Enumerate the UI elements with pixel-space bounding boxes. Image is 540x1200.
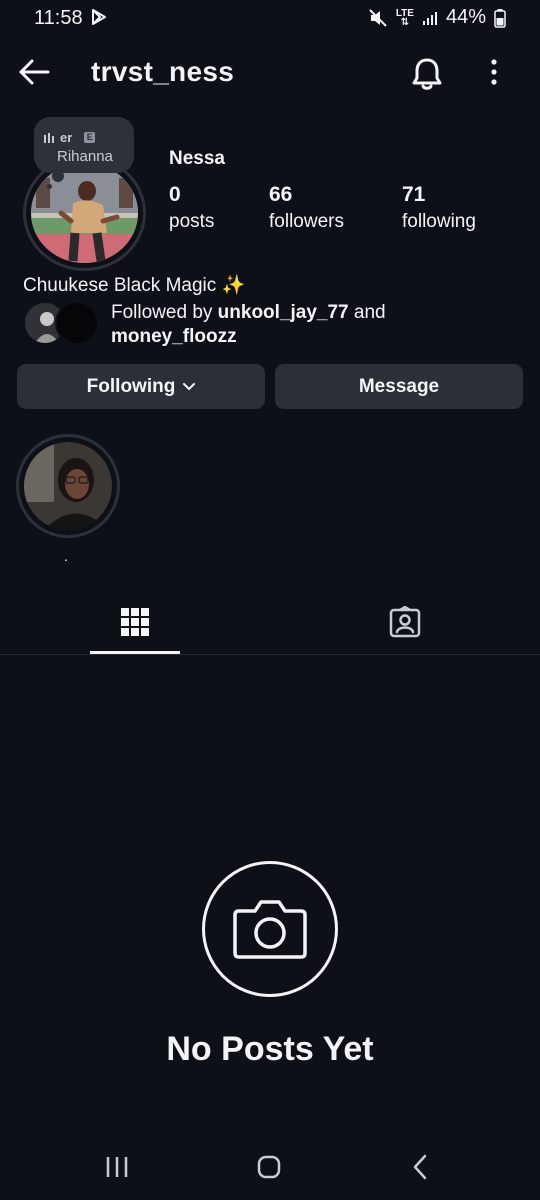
- grid-icon: [121, 608, 149, 636]
- message-button-label: Message: [358, 375, 440, 397]
- battery-percent: 44%: [445, 6, 486, 28]
- profile-bio: Chuukese Black Magic ✨: [23, 275, 246, 296]
- chevron-down-icon: [183, 382, 196, 390]
- following-button-label: Following: [86, 375, 176, 397]
- note-bubble-dot: [47, 184, 52, 189]
- message-button[interactable]: Message: [275, 364, 523, 409]
- empty-state-camera: [202, 861, 338, 997]
- battery-icon: [494, 8, 506, 28]
- following-label: following: [402, 211, 476, 232]
- camera-icon: [233, 900, 307, 959]
- note-track-line: er E: [44, 130, 96, 145]
- note-bubble-tail: [52, 170, 64, 182]
- posts-count: 0: [169, 183, 181, 206]
- highlight-cover: [24, 442, 112, 530]
- signal-icon: [422, 11, 437, 25]
- play-store-icon: [92, 9, 106, 25]
- tab-posts-grid[interactable]: [90, 590, 180, 654]
- mutual-user-link[interactable]: unkool_jay_77: [218, 302, 349, 323]
- lte-indicator: LTE ⇅: [395, 7, 414, 28]
- empty-state-title: No Posts Yet: [166, 1030, 374, 1068]
- status-icons: LTE ⇅ 44%: [368, 6, 506, 29]
- followers-count: 66: [269, 183, 293, 206]
- highlight-label: .: [64, 548, 68, 564]
- mute-icon: [369, 8, 387, 27]
- recents-icon[interactable]: [100, 1150, 134, 1184]
- followers-label: followers: [269, 211, 344, 232]
- more-vert-icon[interactable]: [480, 54, 508, 92]
- followed-by-text[interactable]: Followed by unkool_jay_77 and money_floo…: [111, 301, 386, 349]
- back-arrow-icon[interactable]: [14, 52, 54, 92]
- tab-tagged[interactable]: [360, 590, 450, 654]
- tagged-icon: [389, 606, 421, 638]
- posts-label: posts: [169, 211, 215, 232]
- status-time: 11:58: [34, 7, 83, 29]
- audio-bars-icon: [44, 132, 54, 143]
- display-name: Nessa: [169, 148, 225, 169]
- following-stat[interactable]: 71 following: [402, 183, 476, 233]
- following-count: 71: [402, 183, 426, 206]
- note-track-text: er: [60, 130, 73, 145]
- mutual-avatar: [55, 301, 99, 345]
- posts-stat[interactable]: 0 posts: [169, 183, 214, 233]
- mutual-user-link[interactable]: money_floozz: [111, 326, 237, 347]
- explicit-badge: E: [84, 132, 96, 143]
- bell-icon[interactable]: [406, 52, 448, 94]
- tab-divider: [0, 654, 540, 655]
- followers-stat[interactable]: 66 followers: [269, 183, 344, 233]
- profile-avatar[interactable]: [31, 163, 138, 263]
- nav-back-icon[interactable]: [404, 1150, 438, 1184]
- following-button[interactable]: Following: [17, 364, 265, 409]
- mutual-followers-avatars[interactable]: [23, 301, 103, 347]
- profile-username-title: trvst_ness: [91, 56, 235, 87]
- home-icon[interactable]: [252, 1150, 286, 1184]
- avatar-photo: [31, 163, 138, 263]
- note-artist: Rihanna: [57, 148, 113, 165]
